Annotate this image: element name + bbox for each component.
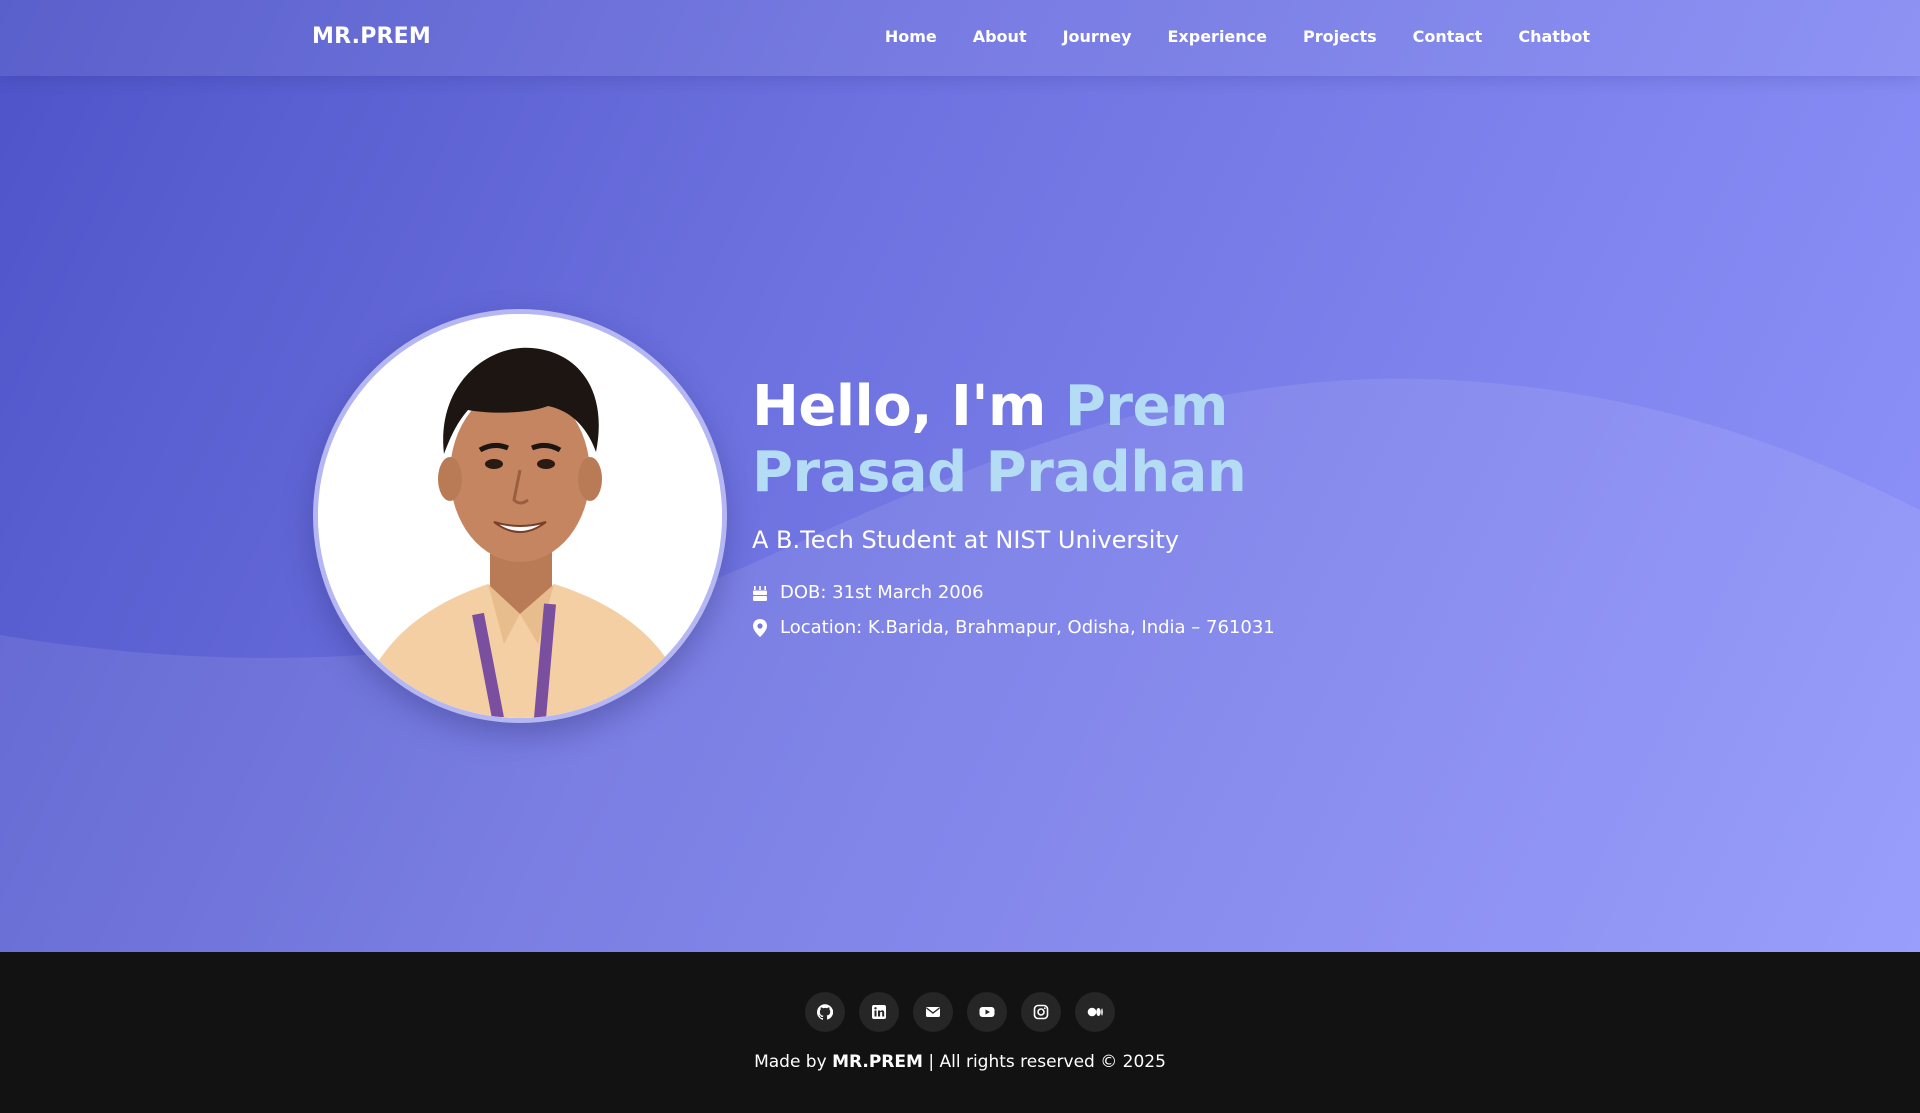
github-icon[interactable] xyxy=(805,992,845,1032)
dob-text: DOB: 31st March 2006 xyxy=(780,582,984,603)
footer-copyright: Made by MR.PREM | All rights reserved © … xyxy=(0,1052,1920,1072)
brand-logo[interactable]: MR.PREM xyxy=(312,24,431,49)
nav-link-journey[interactable]: Journey xyxy=(1063,27,1132,46)
made-by-prefix: Made by xyxy=(754,1052,833,1072)
hero-section: MR.PREM Home About Journey Experience Pr… xyxy=(0,0,1920,952)
nav-link-experience[interactable]: Experience xyxy=(1168,27,1268,46)
map-marker-icon xyxy=(752,618,768,637)
navbar: MR.PREM Home About Journey Experience Pr… xyxy=(0,0,1920,76)
location-text: Location: K.Barida, Brahmapur, Odisha, I… xyxy=(780,617,1275,638)
social-links xyxy=(0,992,1920,1032)
profile-photo xyxy=(313,309,727,723)
envelope-icon[interactable] xyxy=(913,992,953,1032)
nav-link-chatbot[interactable]: Chatbot xyxy=(1518,27,1590,46)
profile-photo-illustration xyxy=(318,314,722,718)
location-row: Location: K.Barida, Brahmapur, Odisha, I… xyxy=(752,617,1452,638)
hero-subtitle: A B.Tech Student at NIST University xyxy=(752,526,1179,554)
nav-link-projects[interactable]: Projects xyxy=(1303,27,1377,46)
dob-row: DOB: 31st March 2006 xyxy=(752,582,1452,603)
greeting-text: Hello, I'm xyxy=(752,374,1065,439)
linkedin-icon[interactable] xyxy=(859,992,899,1032)
nav-links: Home About Journey Experience Projects C… xyxy=(885,27,1590,46)
rights-text: | All rights reserved © 2025 xyxy=(922,1052,1166,1072)
medium-icon[interactable] xyxy=(1075,992,1115,1032)
made-by-name: MR.PREM xyxy=(832,1052,923,1072)
birthday-cake-icon xyxy=(752,584,768,602)
instagram-icon[interactable] xyxy=(1021,992,1061,1032)
nav-link-contact[interactable]: Contact xyxy=(1413,27,1483,46)
nav-link-home[interactable]: Home xyxy=(885,27,937,46)
hero-text: Hello, I'm Prem Prasad Pradhan A B.Tech … xyxy=(752,374,1452,638)
nav-link-about[interactable]: About xyxy=(973,27,1027,46)
youtube-icon[interactable] xyxy=(967,992,1007,1032)
hero-title: Hello, I'm Prem Prasad Pradhan xyxy=(752,374,1452,506)
footer: Made by MR.PREM | All rights reserved © … xyxy=(0,952,1920,1113)
